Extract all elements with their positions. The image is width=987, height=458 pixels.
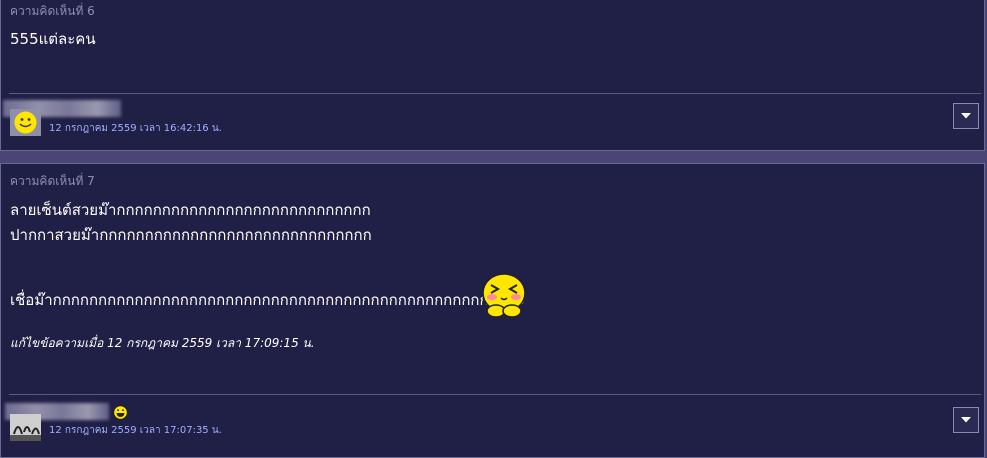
comment-body-line: เชื่อม๊ากกกกกกกกกกกกกกกกกกกกกกกกกกกกกกกก…: [10, 291, 525, 309]
caret-down-icon: [961, 113, 971, 119]
comment-timestamp: 12 กรกฎาคม 2559 เวลา 17:07:35 น.: [49, 425, 222, 436]
blushing-pleading-emoticon: [481, 271, 527, 323]
comment-body-line: 555แต่ละคน: [10, 30, 96, 48]
caret-down-icon: [961, 417, 971, 423]
avatar[interactable]: [10, 109, 41, 136]
comment-divider: [9, 93, 981, 94]
comment-body-line: ลายเซ็นต์สวยม๊ากกกกกกกกกกกกกกกกกกกกกกกกก…: [10, 201, 371, 219]
avatar[interactable]: [10, 414, 41, 441]
edited-note: แก้ไขข้อความเมื่อ 12 กรกฎาคม 2559 เวลา 1…: [10, 336, 315, 350]
comment-timestamp: 12 กรกฎาคม 2559 เวลา 16:42:16 น.: [49, 123, 222, 134]
comment-body-line: ปากกาสวยม๊ากกกกกกกกกกกกกกกกกกกกกกกกกกกกก…: [10, 226, 372, 244]
comment-card-6: ความคิดเห็นที่ 6 555แต่ละคน 12 กรกฎาคม 2…: [0, 0, 985, 151]
comment-options-dropdown-button[interactable]: [953, 407, 979, 433]
comment-divider: [9, 394, 981, 395]
comment-number-label: ความคิดเห็นที่ 6: [10, 4, 95, 18]
smiley-face-icon: [10, 109, 41, 136]
avatar-image: [10, 414, 41, 441]
grinning-face-icon: [113, 405, 128, 424]
comment-options-dropdown-button[interactable]: [953, 103, 979, 129]
comment-card-7: ความคิดเห็นที่ 7 ลายเซ็นต์สวยม๊ากกกกกกกก…: [0, 163, 985, 458]
comment-number-label: ความคิดเห็นที่ 7: [10, 174, 95, 188]
